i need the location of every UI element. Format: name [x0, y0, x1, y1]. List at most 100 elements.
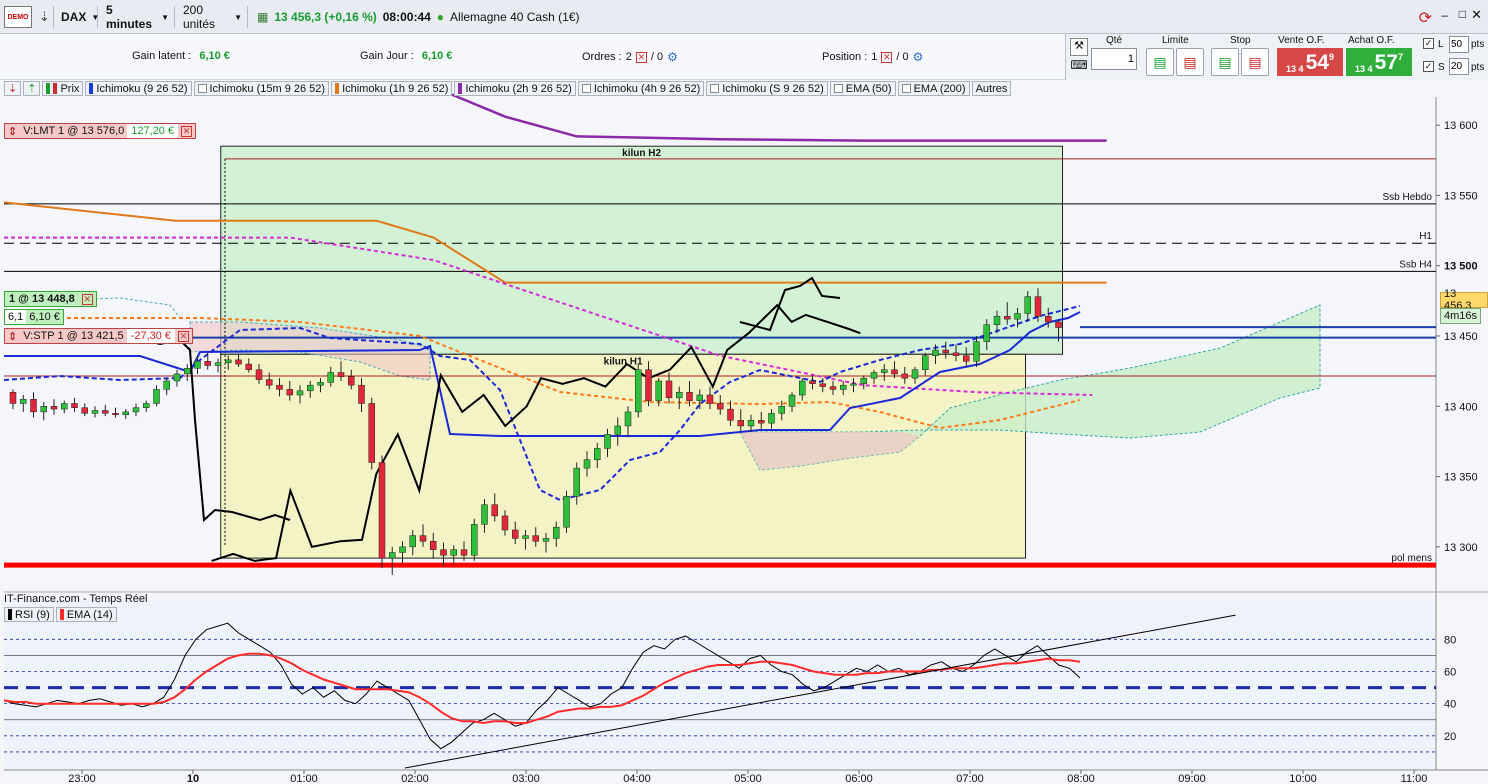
- limit-points-input[interactable]: [1449, 36, 1469, 53]
- legend-item[interactable]: Ichimoku (4h 9 26 52): [577, 81, 705, 96]
- chart-canvas[interactable]: kilun H2 kilun H1 Ssb Hebdo H1 Ssb H4 pol men…: [0, 0, 1488, 784]
- candle: [9, 391, 17, 404]
- candle: [809, 380, 816, 385]
- candle: [676, 391, 683, 399]
- candle: [542, 538, 550, 542]
- limit-checkbox[interactable]: ✓: [1423, 38, 1434, 49]
- chevron-down-icon: ▼: [161, 12, 169, 22]
- buy-sup: 7: [1397, 52, 1403, 62]
- units-label: 200 unités: [183, 3, 216, 31]
- pin-icon[interactable]: ⇣: [36, 6, 54, 28]
- legend-item[interactable]: Ichimoku (S 9 26 52): [706, 81, 828, 96]
- refresh-icon[interactable]: ⟳: [1419, 8, 1432, 28]
- limit-order-tag[interactable]: ⇕ V:LMT 1 @ 13 576,0 127,20 € ✕: [4, 123, 197, 139]
- add-icon[interactable]: ⇡: [23, 81, 41, 96]
- zone-box: [220, 353, 1026, 559]
- drag-handle-icon[interactable]: ⇕: [5, 125, 20, 138]
- stop-checkbox[interactable]: ✓: [1423, 61, 1434, 72]
- candle: [153, 389, 160, 404]
- candle: [768, 413, 775, 424]
- rsi-legend-item[interactable]: RSI (9): [4, 607, 54, 622]
- close-position-icon[interactable]: ✕: [881, 51, 893, 63]
- minimize-icon[interactable]: –: [1441, 8, 1448, 22]
- buy-limit-button[interactable]: ▤: [1146, 48, 1174, 76]
- legend-item[interactable]: Ichimoku (1h 9 26 52): [331, 81, 453, 96]
- units-select[interactable]: 200 unités ▼: [178, 3, 248, 31]
- legend-item[interactable]: Prix: [42, 81, 84, 96]
- sell-limit-button[interactable]: ▤: [1176, 48, 1204, 76]
- rsi-swatch: [8, 609, 12, 620]
- candle: [993, 316, 1001, 325]
- orders-info[interactable]: Ordres :2 ✕/ 0 ⚙: [582, 50, 678, 64]
- legend-checkbox[interactable]: [901, 84, 911, 93]
- y-tick-label: 13 450: [1444, 331, 1478, 343]
- gear-icon[interactable]: ⚙: [913, 50, 924, 64]
- candle: [102, 410, 109, 414]
- legend-item[interactable]: EMA (200): [897, 81, 970, 96]
- legend-checkbox[interactable]: [581, 84, 591, 93]
- ema-legend-item[interactable]: EMA (14): [55, 607, 117, 622]
- sell-label: Vente O.F.: [1278, 35, 1325, 46]
- candle: [706, 394, 714, 404]
- demo-icon[interactable]: DEMO: [4, 6, 32, 28]
- stop-label: Stop: [1230, 35, 1251, 46]
- cancel-orders-icon[interactable]: ✕: [635, 51, 647, 63]
- candle: [61, 403, 68, 410]
- quantity-input[interactable]: [1091, 48, 1137, 70]
- buy-label: Achat O.F.: [1348, 35, 1395, 46]
- candle: [563, 495, 570, 528]
- x-tick-label: 02:00: [401, 773, 429, 784]
- position-zero: / 0: [896, 51, 909, 63]
- position-tag[interactable]: 1 @ 13 448,8 ✕: [4, 291, 97, 307]
- legend-item[interactable]: EMA (50): [829, 81, 896, 96]
- x-tick-label: 05:00: [734, 773, 762, 784]
- candle: [1014, 313, 1021, 320]
- candle: [881, 369, 888, 373]
- legend-item[interactable]: Autres: [971, 81, 1012, 96]
- legend-item[interactable]: Ichimoku (2h 9 26 52): [454, 81, 576, 96]
- stop-order-tag[interactable]: ⇕ V:STP 1 @ 13 421,5 -27,30 € ✕: [4, 328, 194, 344]
- timeframe-select[interactable]: 5 minutes ▼: [101, 3, 175, 31]
- legend-label: Ichimoku (2h 9 26 52): [465, 82, 572, 95]
- close-position-tag-icon[interactable]: ✕: [81, 293, 93, 305]
- legend-label: Ichimoku (15m 9 26 52): [209, 82, 326, 95]
- ema-swatch: [59, 609, 64, 620]
- y-tick-label: 13 600: [1444, 120, 1478, 132]
- buy-stop-button[interactable]: ▤: [1211, 48, 1239, 76]
- candle: [317, 382, 324, 386]
- legend-checkbox[interactable]: [833, 84, 843, 93]
- candle: [717, 403, 724, 410]
- keyboard-icon[interactable]: ⌨: [1070, 58, 1088, 74]
- legend-item[interactable]: Ichimoku (15m 9 26 52): [193, 81, 330, 96]
- stop-points-input[interactable]: [1449, 58, 1469, 75]
- remove-icon[interactable]: ⇣: [4, 81, 22, 96]
- legend-checkbox[interactable]: [197, 84, 207, 93]
- x-tick-label: 11:00: [1401, 773, 1428, 784]
- sell-stop-button[interactable]: ▤: [1241, 48, 1269, 76]
- y-tick-label: 13 550: [1444, 190, 1478, 202]
- maximize-icon[interactable]: □: [1459, 7, 1466, 21]
- candle: [337, 372, 345, 378]
- buy-button[interactable]: 13 4 57 7: [1346, 48, 1412, 76]
- sell-button[interactable]: 13 4 54 9: [1277, 48, 1343, 76]
- cancel-limit-icon[interactable]: ✕: [181, 125, 193, 137]
- x-tick-label: 09:00: [1178, 773, 1206, 784]
- legend-swatch: [335, 83, 340, 94]
- cancel-stop-icon[interactable]: ✕: [178, 330, 190, 342]
- candle: [727, 408, 734, 421]
- close-icon[interactable]: ✕: [1471, 7, 1482, 23]
- gear-icon[interactable]: ⚙: [667, 50, 678, 64]
- candle: [758, 420, 765, 424]
- drag-handle-icon[interactable]: ⇕: [5, 330, 20, 343]
- candle: [1034, 296, 1042, 317]
- candle: [942, 349, 949, 354]
- limit-order-label: V:LMT 1 @ 13 576,0: [23, 125, 125, 137]
- legend-checkbox[interactable]: [710, 84, 720, 93]
- buy-price: 57: [1374, 51, 1398, 74]
- position-info[interactable]: Position :1 ✕/ 0 ⚙: [822, 50, 923, 64]
- position-count: 1: [871, 51, 878, 63]
- legend-item[interactable]: Ichimoku (9 26 52): [85, 81, 192, 96]
- wrench-icon[interactable]: ⚒: [1070, 38, 1088, 56]
- table-icon[interactable]: ▦: [257, 10, 268, 24]
- instrument-select[interactable]: DAX ▼: [56, 6, 99, 28]
